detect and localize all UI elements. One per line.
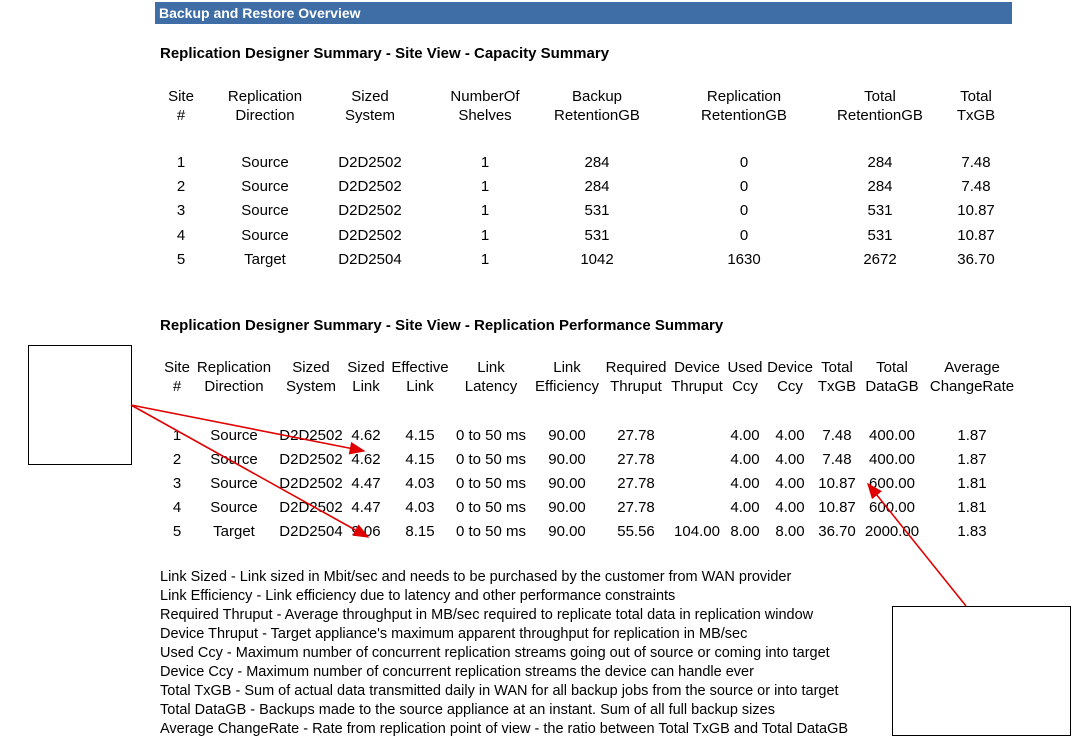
- annotation-box-right: [892, 606, 1071, 736]
- arrow-to-site2-link: [130, 404, 366, 455]
- arrow-to-site5-link: [130, 404, 370, 538]
- arrow-to-site3-txgb: [866, 482, 967, 607]
